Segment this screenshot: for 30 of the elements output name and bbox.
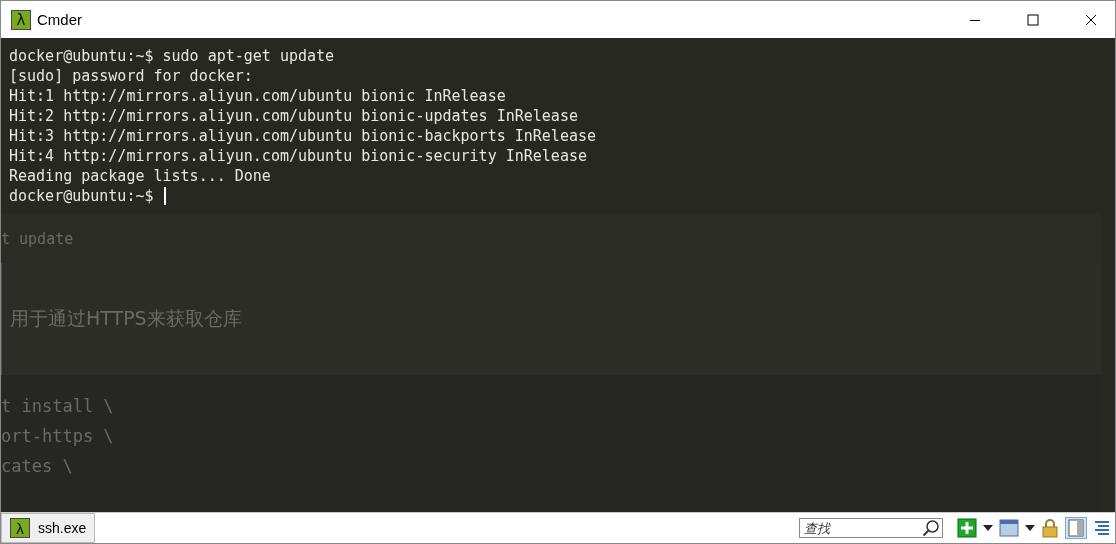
app-logo-icon: λ [10, 518, 30, 538]
app-logo-icon: λ [11, 9, 31, 30]
lock-icon[interactable] [1041, 518, 1059, 538]
search-icon [922, 519, 940, 537]
terminal-line: [sudo] password for docker: [9, 66, 253, 86]
terminal-line: Hit:3 http://mirrors.aliyun.com/ubuntu bionic-backports InRelease [9, 126, 596, 146]
maximize-icon[interactable] [1027, 13, 1039, 26]
terminal-line: docker@ubuntu:~$ [9, 186, 155, 206]
terminal-line: docker@ubuntu:~$ sudo apt-get update [9, 46, 335, 66]
terminal-line: Hit:4 http://mirrors.aliyun.com/ubuntu bionic-security InRelease [9, 146, 587, 166]
plus-icon[interactable] [957, 518, 977, 538]
search-field[interactable]: 查找 [799, 518, 943, 538]
console-tab[interactable]: λ ssh.exe [1, 513, 96, 543]
background-code-line: t install \ [1, 395, 115, 418]
caret-icon[interactable] [1025, 525, 1035, 531]
background-code-line: t update [1, 229, 75, 249]
terminal-line: Hit:2 http://mirrors.aliyun.com/ubuntu bionic-updates InRelease [9, 106, 578, 126]
terminal-line: Reading package lists... Done [9, 166, 271, 186]
window-icon[interactable] [999, 518, 1019, 538]
caret-icon[interactable] [983, 525, 993, 531]
text-cursor [163, 187, 166, 205]
terminal-line: Hit:1 http://mirrors.aliyun.com/ubuntu bionic InRelease [9, 86, 506, 106]
background-text: 用于通过HTTPS来获取仓库 [10, 306, 242, 331]
close-icon[interactable] [1085, 13, 1097, 26]
background-code-line: cates \ [1, 455, 74, 478]
tab-label: ssh.exe [38, 520, 87, 536]
panel-icon[interactable] [1065, 517, 1087, 539]
window-title: Cmder [37, 11, 82, 28]
menu-icon[interactable] [1093, 519, 1111, 537]
background-code-line: ort-https \ [1, 425, 115, 448]
